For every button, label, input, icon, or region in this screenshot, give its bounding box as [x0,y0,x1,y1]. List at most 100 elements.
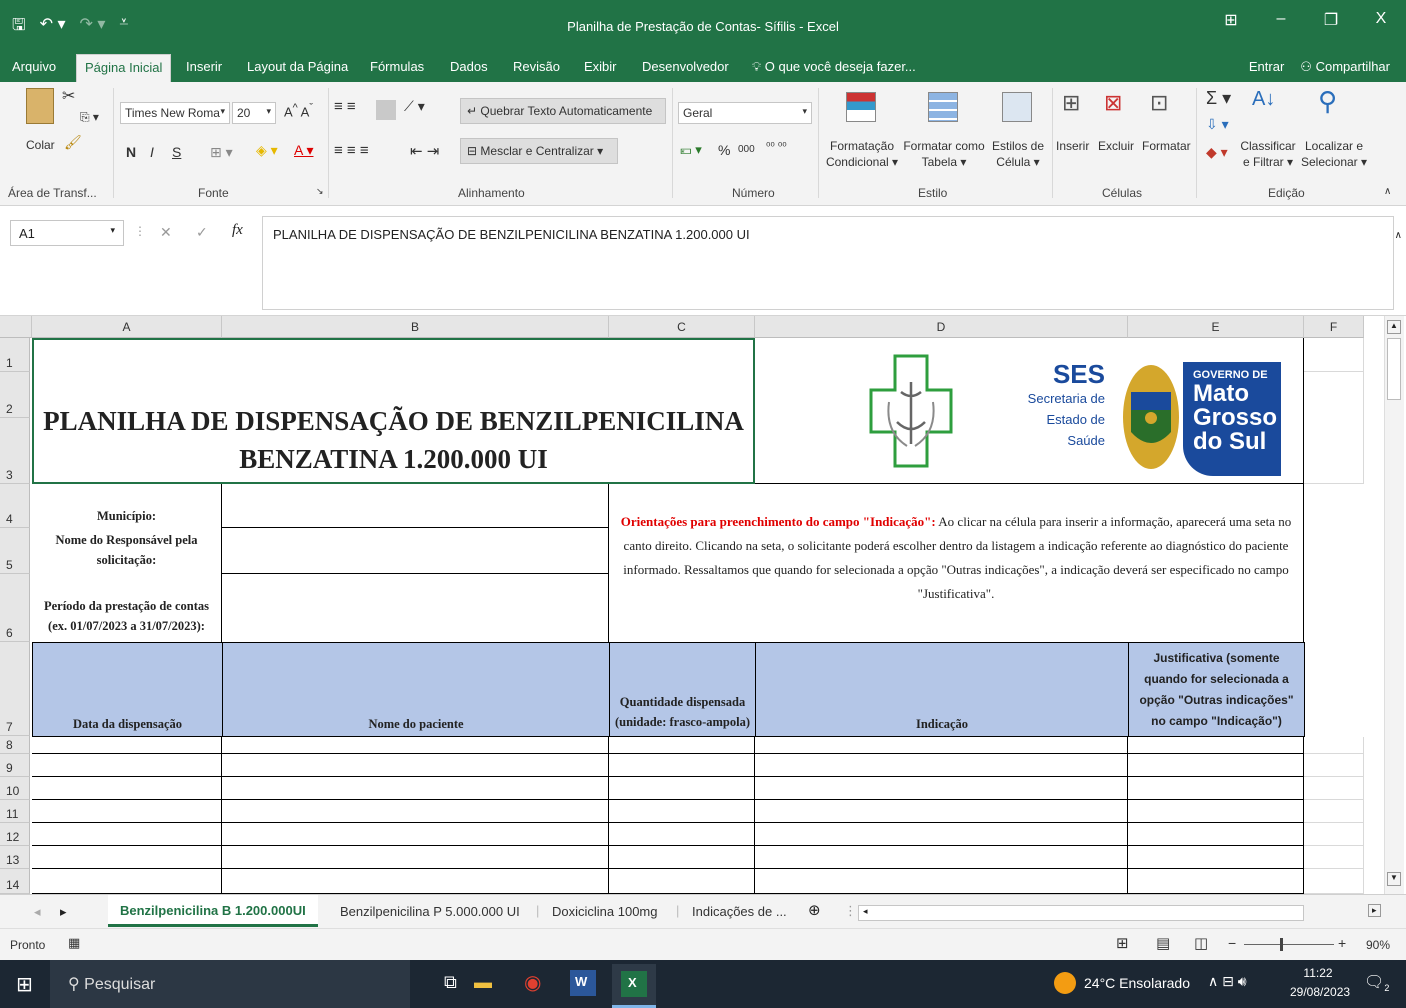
municipio-input-cell[interactable] [222,484,609,528]
customize-qat-icon[interactable]: ⩡ [119,14,128,41]
grow-font-icon[interactable]: A^ Aˇ [284,102,313,119]
underline-button[interactable]: S [172,144,181,160]
select-all-corner[interactable] [0,316,32,338]
row-header[interactable]: 14 [0,869,30,894]
borders-icon[interactable]: ⊞ ▾ [210,144,233,161]
scroll-left-icon[interactable]: ◂ [863,906,868,917]
format-cells-icon[interactable]: ⊡ [1150,90,1168,116]
file-explorer-icon[interactable]: ▬ [474,972,492,993]
table-cell[interactable] [222,800,609,823]
cut-icon[interactable]: ✂ [62,86,75,106]
responsavel-input-cell[interactable] [222,528,609,574]
paste-icon[interactable] [26,88,54,124]
row-header[interactable]: 11 [0,800,30,823]
table-cell[interactable] [755,823,1128,846]
merge-center-button[interactable]: ⊟ Mesclar e Centralizar ▾ [460,138,618,164]
format-as-table-icon[interactable] [928,92,958,122]
enter-icon[interactable]: ✓ [196,224,208,241]
save-icon[interactable]: 🖫 [12,14,26,41]
vertical-scrollbar[interactable]: ▲ ▼ [1384,316,1404,894]
copy-icon[interactable]: ⎘ ▾ [80,110,99,125]
table-cell[interactable] [1128,846,1304,869]
insert-cells-icon[interactable]: ⊞ [1062,90,1080,116]
undo-icon[interactable]: ↶ ▾ [40,14,66,41]
sort-filter-icon[interactable]: A↓ [1252,88,1275,111]
font-size-combo[interactable]: 20 ▾ [232,102,276,124]
cell-styles-button[interactable]: Estilos de Célula ▾ [986,138,1050,170]
weather-text[interactable]: 24°C Ensolarado [1084,975,1190,991]
task-view-icon[interactable]: ⧉ [444,972,457,993]
tabs-splitter[interactable]: ⋮ [844,903,857,919]
table-cell[interactable] [222,737,609,754]
grid-cell[interactable] [1304,372,1364,484]
column-header-b[interactable]: B [222,316,609,338]
align-top-icon[interactable]: ≡ ≡ [334,98,356,115]
macro-record-icon[interactable]: ▦ [68,935,80,951]
row-header[interactable]: 5 [0,528,30,574]
percent-button[interactable]: % [718,142,730,158]
tab-desenvolvedor[interactable]: Desenvolvedor [642,59,729,74]
zoom-level[interactable]: 90% [1366,938,1390,952]
restore-button[interactable]: ❐ [1306,10,1356,30]
delete-cells-icon[interactable]: ⊠ [1104,90,1122,116]
scroll-down-icon[interactable]: ▼ [1387,872,1401,886]
taskbar-search[interactable]: ⚲ Pesquisar [50,960,410,1008]
number-format-combo[interactable]: Geral ▾ [678,102,812,124]
sort-filter-button[interactable]: Classificar e Filtrar ▾ [1238,138,1298,170]
currency-icon[interactable]: 💶︎ ▾ [680,142,702,158]
table-cell[interactable] [222,869,609,894]
column-header-c[interactable]: C [609,316,755,338]
italic-button[interactable]: I [150,144,154,160]
format-cells-button[interactable]: Formatar [1142,138,1191,154]
table-cell[interactable] [222,777,609,800]
table-cell[interactable] [32,800,222,823]
zoom-in-icon[interactable]: + [1338,935,1346,951]
table-cell[interactable] [609,846,755,869]
thousands-button[interactable]: 000 [738,144,755,155]
prev-sheet-icon[interactable]: ◂ [34,904,41,920]
align-middle-icon[interactable] [376,100,396,120]
table-cell[interactable] [1128,777,1304,800]
table-cell[interactable] [755,754,1128,777]
zoom-slider-thumb[interactable] [1280,938,1283,951]
scroll-thumb[interactable] [1387,338,1401,400]
header-indicacao[interactable]: Indicação [755,642,1129,737]
tab-arquivo[interactable]: Arquivo [12,59,56,74]
add-sheet-icon[interactable]: ⊕ [808,901,821,919]
decimal-icon[interactable]: ⁰⁰ ⁰⁰ [766,140,787,153]
table-cell[interactable] [609,823,755,846]
table-cell[interactable] [1128,823,1304,846]
sheet-tab-indicacoes[interactable]: Indicações de ... [692,904,787,919]
excel-taskbar-button[interactable]: X [612,964,656,1008]
table-cell[interactable] [32,869,222,894]
table-cell[interactable] [222,846,609,869]
find-select-button[interactable]: Localizar e Selecionar ▾ [1300,138,1368,170]
sheet-tab-doxiciclina[interactable]: Doxiciclina 100mg [552,904,658,919]
row-header[interactable]: 2 [0,372,30,418]
worksheet-grid[interactable]: A B C D E F 1 2 3 4 5 6 7 8 9 10 11 12 1… [0,316,1406,894]
table-cell[interactable] [609,737,755,754]
cell-styles-icon[interactable] [1002,92,1032,122]
row-header[interactable]: 12 [0,823,30,846]
format-as-table-button[interactable]: Formatar como Tabela ▾ [900,138,988,170]
word-icon[interactable]: W [570,970,596,996]
table-cell[interactable] [755,800,1128,823]
table-cell[interactable] [32,754,222,777]
table-cell[interactable] [32,846,222,869]
periodo-label-cell[interactable]: Período da prestação de contas (ex. 01/07… [32,574,222,642]
table-cell[interactable] [755,777,1128,800]
row-header[interactable]: 8 [0,736,30,754]
table-cell[interactable] [609,754,755,777]
fill-color-icon[interactable]: ◈ ▾ [256,142,278,159]
insert-function-icon[interactable]: fx [232,222,243,239]
table-cell[interactable] [609,800,755,823]
row-header[interactable]: 13 [0,846,30,869]
column-header-f[interactable]: F [1304,316,1364,338]
header-data-dispensacao[interactable]: Data da dispensação [32,642,223,737]
table-cell[interactable] [609,869,755,894]
sheet-tab-benzil-p[interactable]: Benzilpenicilina P 5.000.000 UI [340,904,520,919]
insert-cells-button[interactable]: Inserir [1056,138,1089,154]
municipio-label-cell[interactable]: Município: [32,484,222,528]
header-justificativa[interactable]: Justificativa (somente quando for seleci… [1128,642,1305,737]
row-header[interactable]: 9 [0,754,30,777]
